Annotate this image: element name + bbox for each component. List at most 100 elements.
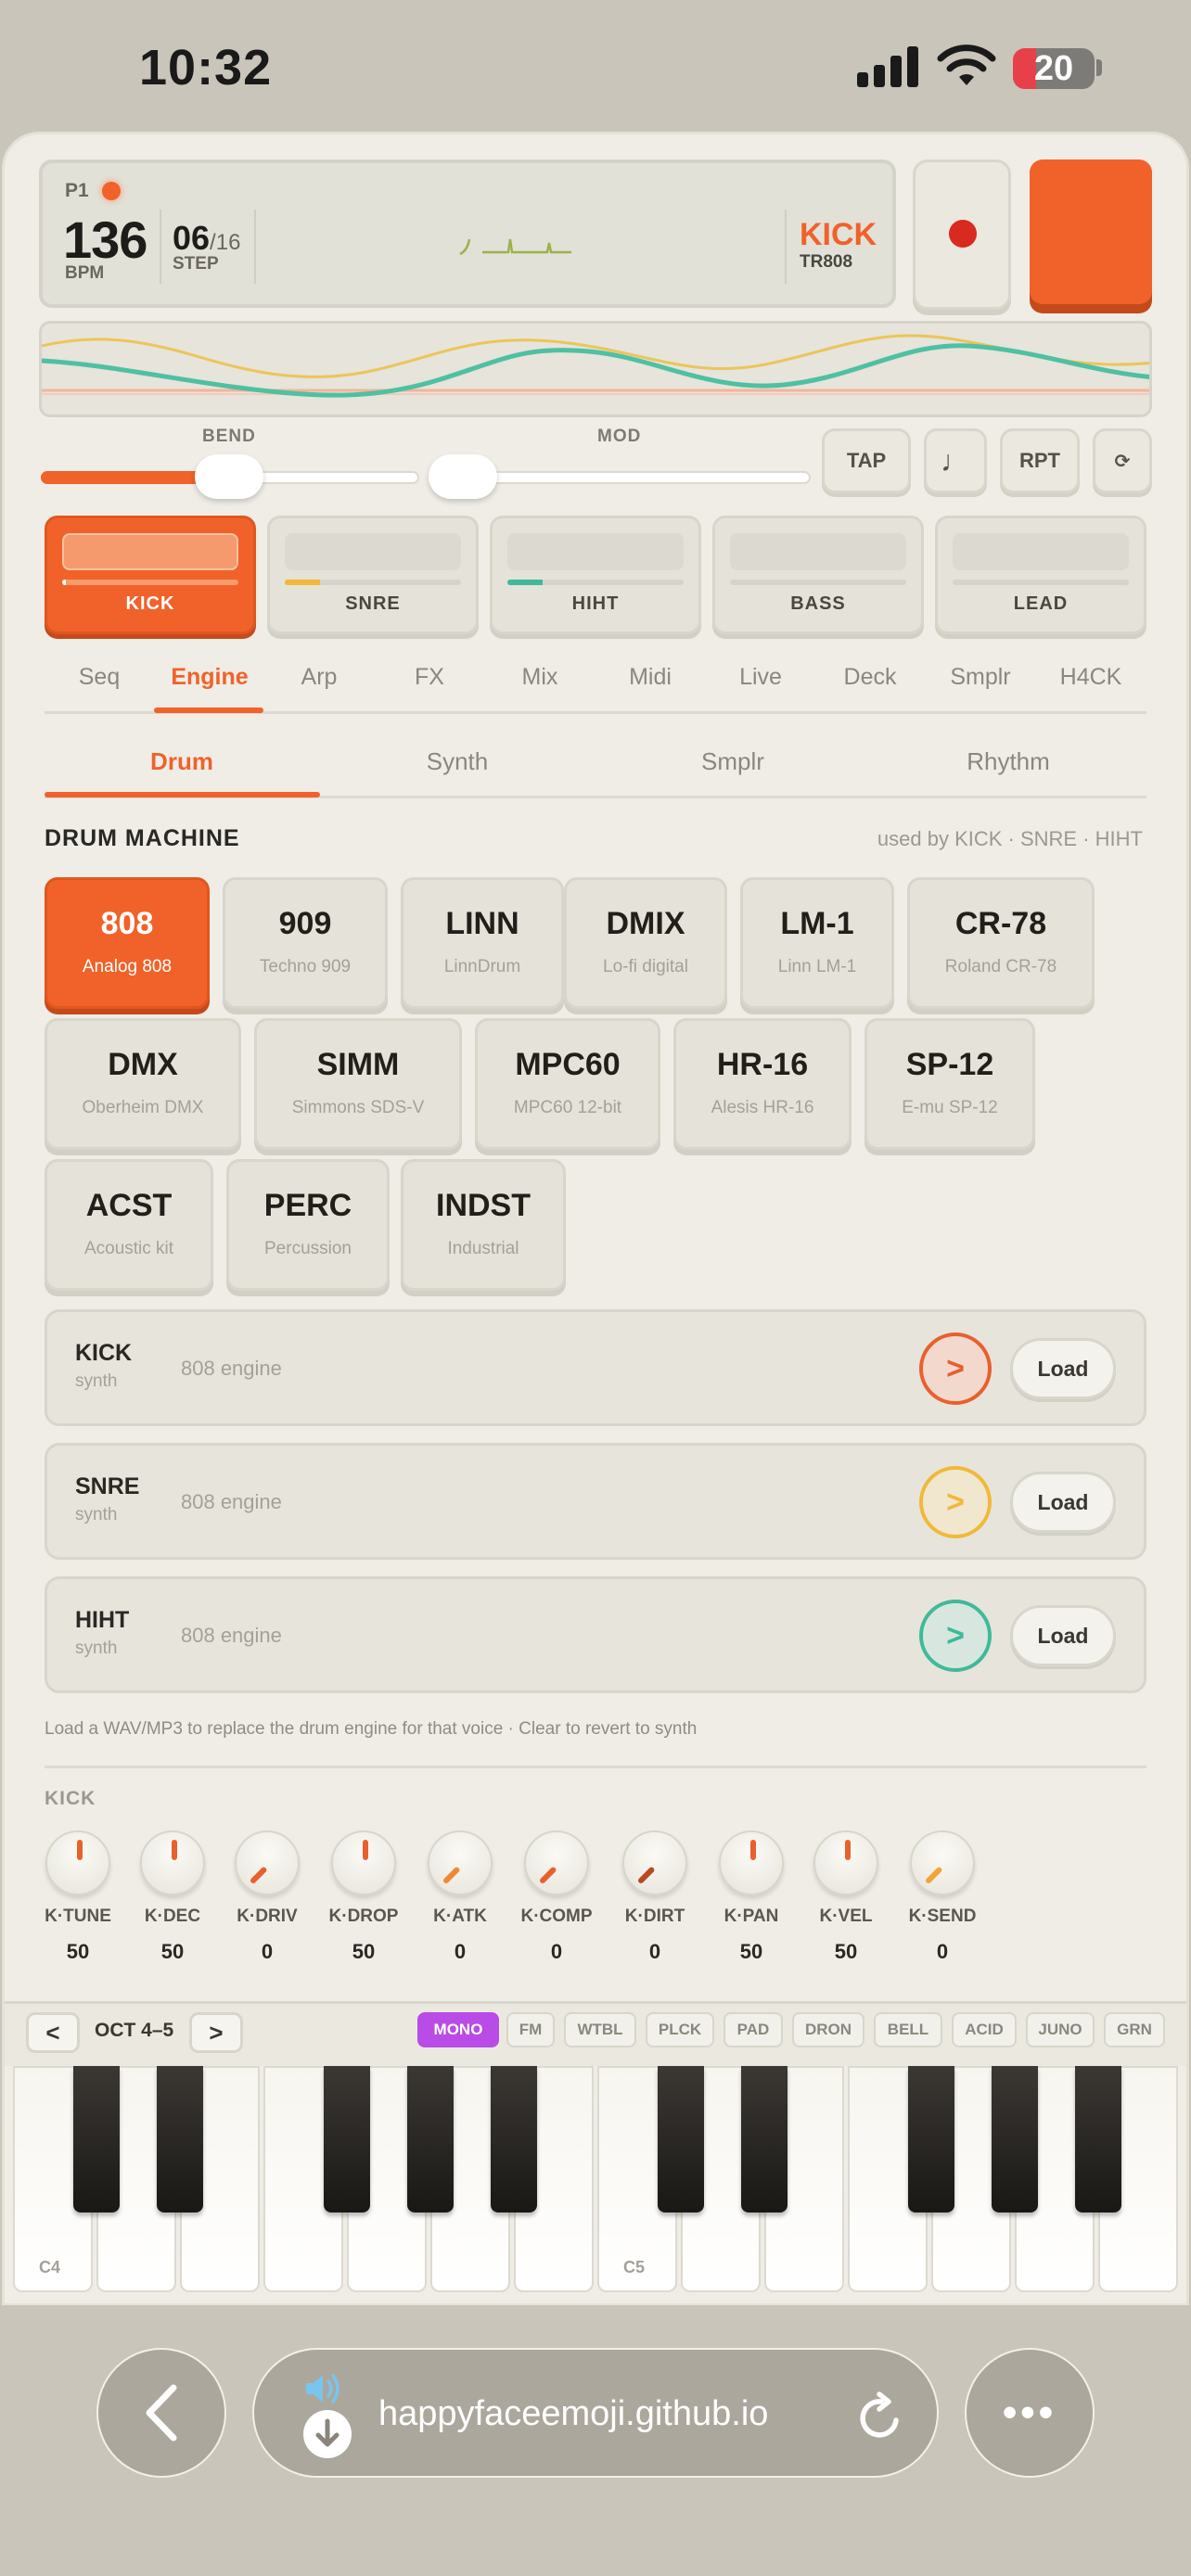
kit-dmx[interactable]: DMX Oberheim DMX bbox=[45, 1018, 241, 1150]
knob-6[interactable] bbox=[622, 1830, 687, 1895]
preset-wtbl[interactable]: WTBL bbox=[564, 2012, 636, 2047]
download-icon[interactable] bbox=[302, 2409, 352, 2459]
more-options-icon[interactable]: ••• bbox=[965, 2348, 1095, 2478]
preset-dron[interactable]: DRON bbox=[792, 2012, 864, 2047]
browser-back-button[interactable] bbox=[96, 2348, 226, 2478]
knob-indicator bbox=[442, 1866, 461, 1885]
subtab-rhythm[interactable]: Rhythm bbox=[916, 747, 1101, 776]
octave-down-button[interactable]: < bbox=[26, 2012, 80, 2053]
voice-pad-lead[interactable]: LEAD bbox=[935, 516, 1146, 634]
kit-dmix[interactable]: DMIX Lo-fi digital bbox=[564, 877, 727, 1009]
knob-value: 0 bbox=[261, 1940, 274, 1963]
preset-fm[interactable]: FM bbox=[506, 2012, 555, 2047]
voice-pad-kick[interactable]: KICK bbox=[45, 516, 256, 634]
piano-black-key[interactable] bbox=[658, 2066, 704, 2213]
subtab-smplr[interactable]: Smplr bbox=[640, 747, 826, 776]
display-divider bbox=[160, 210, 161, 284]
bend-slider-thumb[interactable] bbox=[195, 454, 263, 499]
bpm-value[interactable]: 136 bbox=[63, 210, 147, 270]
preset-pad[interactable]: PAD bbox=[724, 2012, 783, 2047]
preset-juno[interactable]: JUNO bbox=[1026, 2012, 1095, 2047]
knob-3[interactable] bbox=[331, 1830, 396, 1895]
sample-row-hiht: HIHT synth 808 engine > Load bbox=[45, 1576, 1146, 1693]
tab-arp[interactable]: Arp bbox=[273, 664, 365, 691]
kit-acst[interactable]: ACST Acoustic kit bbox=[45, 1159, 213, 1291]
piano-black-key[interactable] bbox=[407, 2066, 454, 2213]
repeat-button[interactable]: RPT bbox=[1000, 428, 1080, 493]
kit-simm[interactable]: SIMM Simmons SDS-V bbox=[254, 1018, 462, 1150]
kit-cr78[interactable]: CR-78 Roland CR-78 bbox=[907, 877, 1095, 1009]
tab-engine[interactable]: Engine bbox=[163, 664, 256, 691]
tab-deck[interactable]: Deck bbox=[824, 664, 916, 691]
kit-perc[interactable]: PERC Percussion bbox=[226, 1159, 390, 1291]
tab-live[interactable]: Live bbox=[714, 664, 807, 691]
reload-icon[interactable] bbox=[853, 2391, 907, 2444]
load-sample-button[interactable]: Load bbox=[1010, 1472, 1116, 1533]
preset-bell[interactable]: BELL bbox=[874, 2012, 942, 2047]
preset-acid[interactable]: ACID bbox=[952, 2012, 1017, 2047]
knob-label: K·DIRT bbox=[624, 1906, 685, 1926]
record-button[interactable] bbox=[913, 159, 1011, 310]
piano-black-key[interactable] bbox=[491, 2066, 537, 2213]
voice-pad-bass[interactable]: BASS bbox=[712, 516, 924, 634]
tab-mix[interactable]: Mix bbox=[493, 664, 586, 691]
note-icon[interactable]: ♩ bbox=[924, 428, 987, 493]
knob-9[interactable] bbox=[910, 1830, 975, 1895]
piano-black-key[interactable] bbox=[1075, 2066, 1121, 2213]
knob-0[interactable] bbox=[45, 1830, 110, 1895]
preview-play-icon[interactable]: > bbox=[919, 1333, 992, 1405]
subtab-drum[interactable]: Drum bbox=[89, 747, 275, 776]
octave-up-button[interactable]: > bbox=[189, 2012, 243, 2053]
preset-grn[interactable]: GRN bbox=[1104, 2012, 1165, 2047]
piano-black-key[interactable] bbox=[908, 2066, 954, 2213]
piano-black-key[interactable] bbox=[741, 2066, 788, 2213]
kit-indst[interactable]: INDST Industrial bbox=[401, 1159, 566, 1291]
play-button[interactable] bbox=[1030, 159, 1152, 304]
knob-indicator bbox=[538, 1866, 557, 1885]
kit-808[interactable]: 808 Analog 808 bbox=[45, 877, 210, 1009]
knob-label: K·DRIV bbox=[237, 1906, 298, 1926]
tab-smplr[interactable]: Smplr bbox=[934, 664, 1027, 691]
activity-led bbox=[102, 182, 121, 200]
knob-7[interactable] bbox=[719, 1830, 784, 1895]
key-label-c4: C4 bbox=[39, 2258, 61, 2276]
piano-black-key[interactable] bbox=[992, 2066, 1038, 2213]
kit-lm1[interactable]: LM-1 Linn LM-1 bbox=[740, 877, 894, 1009]
tab-h4ck[interactable]: H4CK bbox=[1044, 664, 1137, 691]
kit-linn[interactable]: LINN LinnDrum bbox=[401, 877, 564, 1009]
knob-2[interactable] bbox=[235, 1830, 300, 1895]
knob-1[interactable] bbox=[140, 1830, 205, 1895]
voice-pad-snre[interactable]: SNRE bbox=[267, 516, 479, 634]
knob-label: K·COMP bbox=[520, 1906, 593, 1926]
tab-midi[interactable]: Midi bbox=[604, 664, 697, 691]
piano-black-key[interactable] bbox=[73, 2066, 120, 2213]
knob-8[interactable] bbox=[813, 1830, 878, 1895]
load-sample-button[interactable]: Load bbox=[1010, 1605, 1116, 1666]
loop-icon[interactable]: ⟳ bbox=[1093, 428, 1152, 493]
kit-909[interactable]: 909 Techno 909 bbox=[223, 877, 388, 1009]
chevron-left-icon bbox=[146, 2384, 177, 2442]
preview-play-icon[interactable]: > bbox=[919, 1466, 992, 1538]
load-sample-button[interactable]: Load bbox=[1010, 1338, 1116, 1399]
tab-seq[interactable]: Seq bbox=[53, 664, 146, 691]
waveform-lines bbox=[42, 334, 1149, 398]
mod-slider-thumb[interactable] bbox=[429, 454, 497, 499]
piano-black-key[interactable] bbox=[157, 2066, 203, 2213]
status-time: 10:32 bbox=[139, 40, 273, 96]
subtab-synth[interactable]: Synth bbox=[365, 747, 550, 776]
voice-pad-hiht[interactable]: HIHT bbox=[490, 516, 701, 634]
kit-sp12[interactable]: SP-12 E-mu SP-12 bbox=[864, 1018, 1035, 1150]
kit-hr16[interactable]: HR-16 Alesis HR-16 bbox=[673, 1018, 852, 1150]
preview-play-icon[interactable]: > bbox=[919, 1600, 992, 1672]
knob-indicator bbox=[363, 1840, 368, 1860]
preset-mono[interactable]: MONO bbox=[417, 2012, 499, 2047]
preset-plck[interactable]: PLCK bbox=[646, 2012, 714, 2047]
tab-fx[interactable]: FX bbox=[383, 664, 476, 691]
piano-black-key[interactable] bbox=[324, 2066, 370, 2213]
knob-4[interactable] bbox=[428, 1830, 493, 1895]
key-label-c5: C5 bbox=[623, 2258, 646, 2276]
knob-5[interactable] bbox=[524, 1830, 589, 1895]
tap-tempo-button[interactable]: TAP bbox=[822, 428, 911, 493]
kit-mpc60[interactable]: MPC60 MPC60 12-bit bbox=[475, 1018, 660, 1150]
knob-value: 0 bbox=[454, 1940, 467, 1963]
